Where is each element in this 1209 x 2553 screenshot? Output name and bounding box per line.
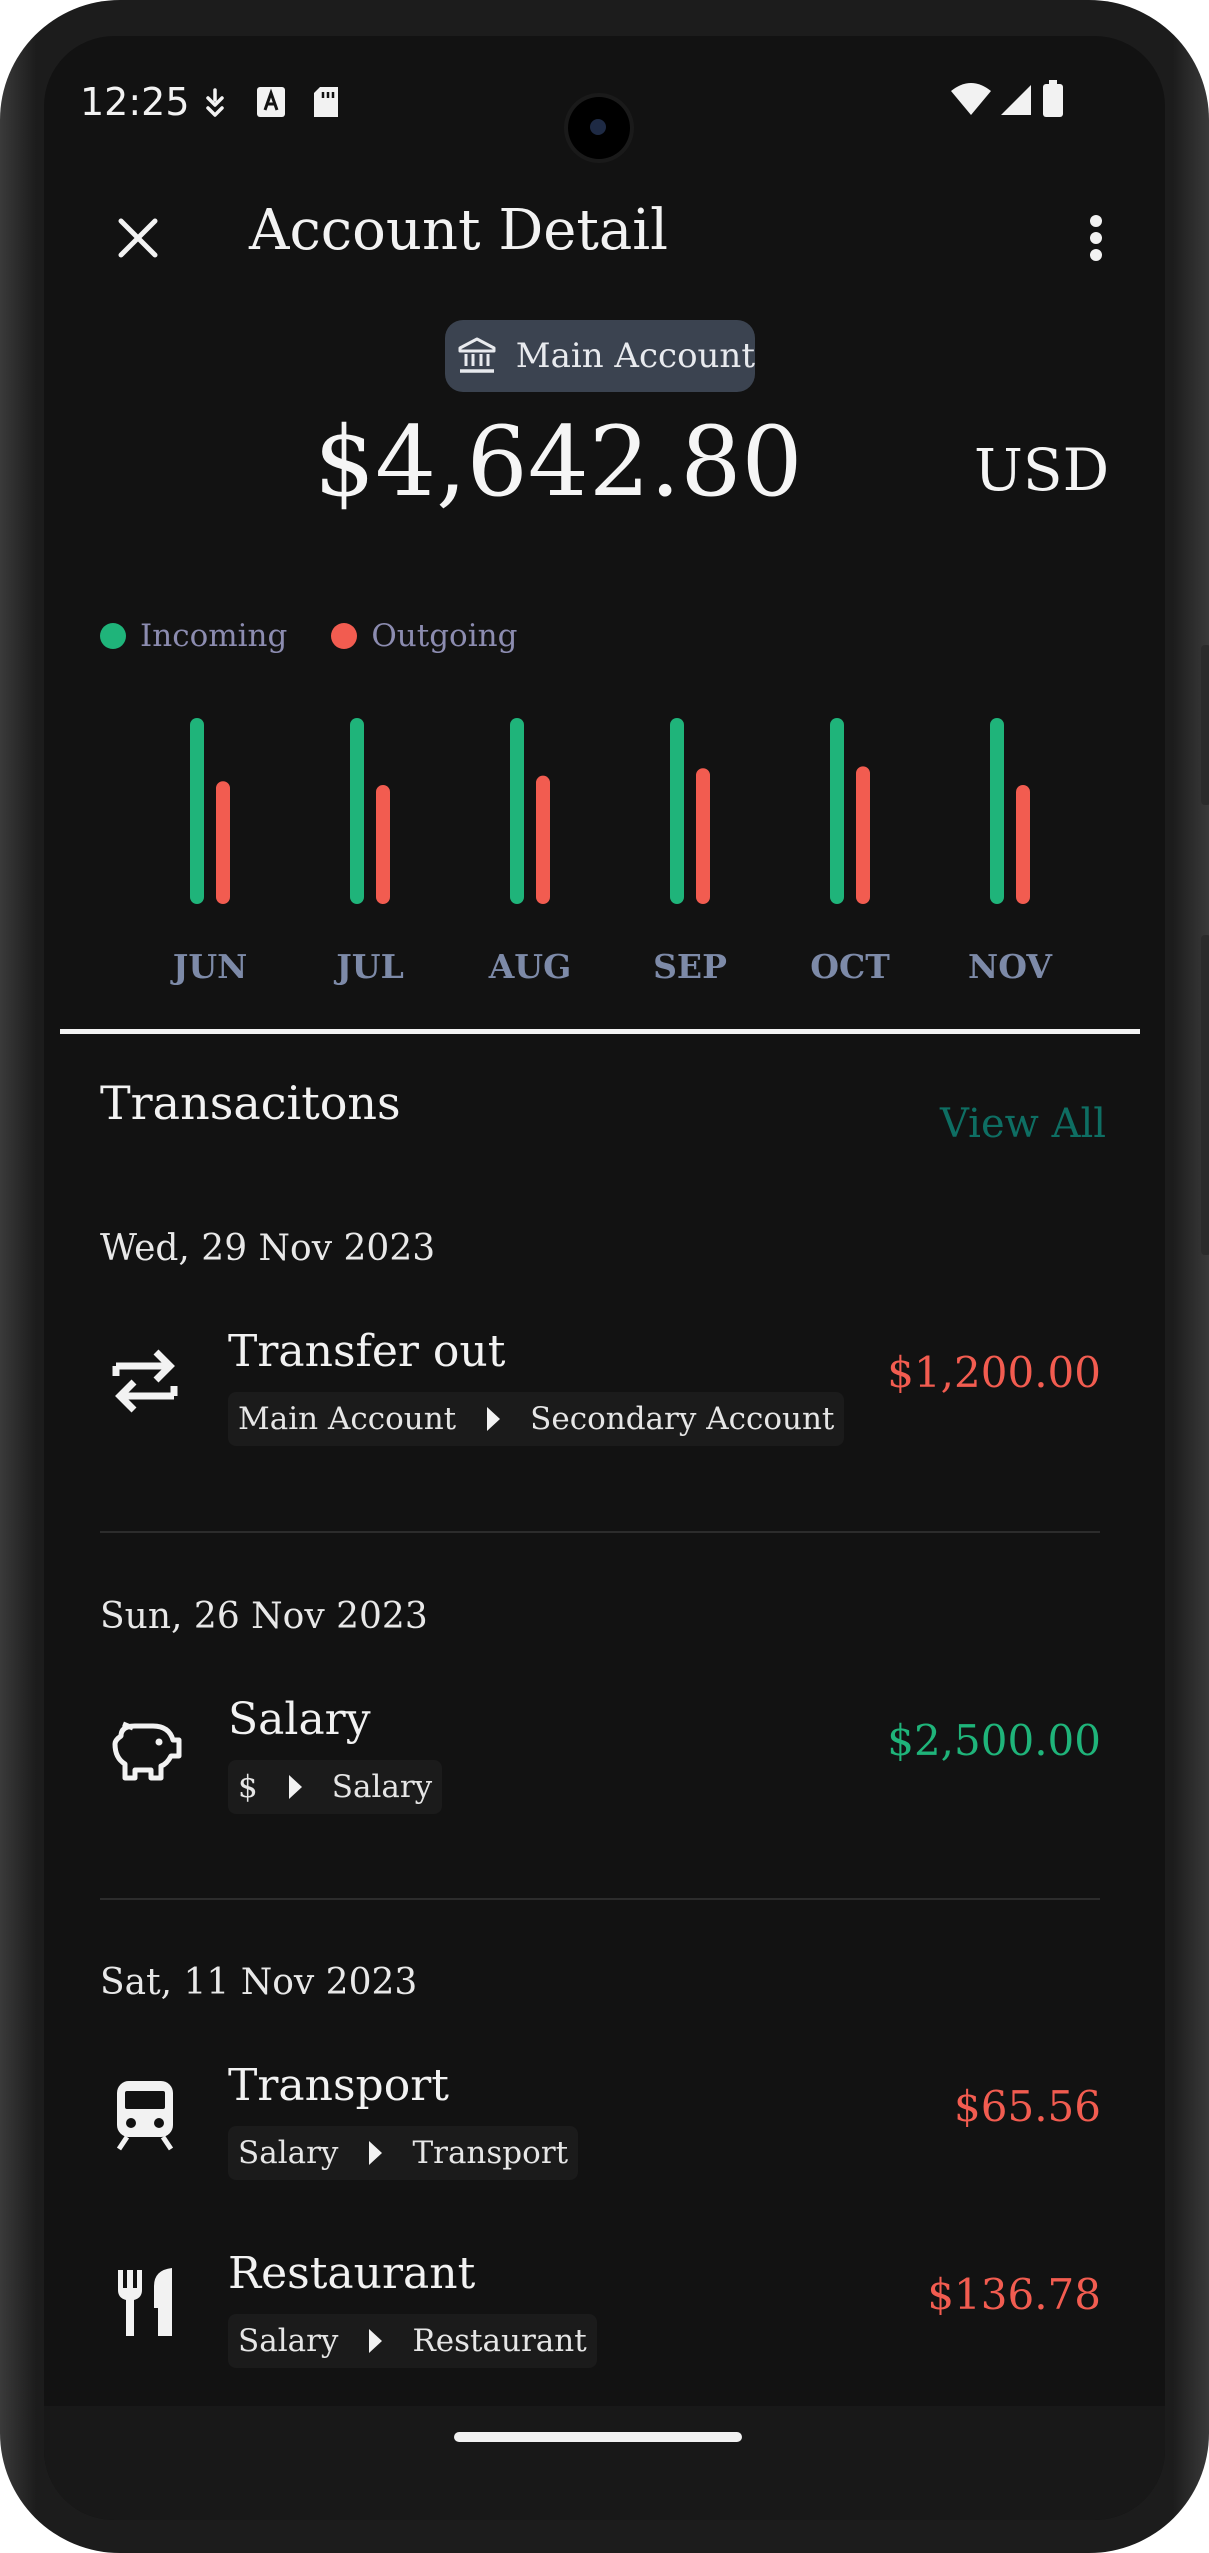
power-button xyxy=(1201,645,1209,805)
transaction-row[interactable]: Restaurant Salary Restaurant $136.78 xyxy=(44,2248,1165,2388)
bank-icon xyxy=(457,332,498,380)
route-to: Restaurant xyxy=(412,2323,587,2359)
account-balance: $4,642.80 xyxy=(314,406,803,518)
transaction-route: Salary Transport xyxy=(228,2126,579,2180)
outgoing-legend-label: Outgoing xyxy=(371,618,518,654)
account-name: Main Account xyxy=(515,336,755,376)
signal-icon xyxy=(1000,84,1032,120)
route-from: Salary xyxy=(238,2135,339,2171)
date-header: Wed, 29 Nov 2023 xyxy=(100,1228,436,1269)
route-to: Secondary Account xyxy=(530,1401,835,1437)
incoming-bar-sep xyxy=(670,718,684,904)
route-from: $ xyxy=(238,1769,258,1805)
incoming-bar-nov xyxy=(990,718,1004,904)
outgoing-bar-aug xyxy=(536,775,550,904)
account-currency: USD xyxy=(974,436,1110,504)
route-from: Salary xyxy=(238,2323,339,2359)
sd-card-icon xyxy=(312,86,340,124)
incoming-bar-oct xyxy=(830,718,844,904)
outgoing-legend-dot xyxy=(331,623,358,649)
transaction-amount: $1,200.00 xyxy=(887,1348,1101,1397)
incoming-legend-label: Incoming xyxy=(140,618,288,654)
arrow-right-icon xyxy=(284,1772,306,1802)
status-time: 12:25 xyxy=(80,80,190,124)
transaction-route: Main Account Secondary Account xyxy=(228,1392,845,1446)
section-divider xyxy=(60,1029,1140,1034)
battery-icon xyxy=(1042,80,1064,122)
page-title: Account Detail xyxy=(249,198,669,263)
month-label-nov: NOV xyxy=(968,947,1053,986)
more-vert-icon xyxy=(1090,215,1102,261)
home-indicator[interactable] xyxy=(454,2432,742,2442)
month-label-aug: AUG xyxy=(488,947,572,986)
restaurant-icon xyxy=(100,2258,190,2348)
screen: 12:25 Account Detail Main Account $4,642… xyxy=(44,36,1165,2520)
outgoing-bar-nov xyxy=(1016,784,1030,904)
date-header: Sun, 26 Nov 2023 xyxy=(100,1596,428,1637)
transaction-title: Salary xyxy=(228,1694,371,1745)
transaction-amount: $136.78 xyxy=(927,2270,1101,2319)
date-header: Sat, 11 Nov 2023 xyxy=(100,1962,418,2003)
incoming-bar-jun xyxy=(190,718,204,904)
outgoing-bar-sep xyxy=(696,768,710,904)
account-selector-chip[interactable]: Main Account xyxy=(445,320,755,392)
transfer-icon xyxy=(100,1336,190,1426)
income-outgoing-chart: JUN JUL AUG SEP OCT NOV xyxy=(170,718,1053,986)
view-all-link[interactable]: View All xyxy=(940,1101,1106,1147)
transaction-title: Restaurant xyxy=(228,2248,476,2299)
transaction-amount: $2,500.00 xyxy=(887,1716,1101,1765)
row-divider xyxy=(100,1898,1100,1900)
more-options-button[interactable] xyxy=(1064,206,1128,270)
month-label-oct: OCT xyxy=(810,947,890,986)
transaction-route: $ Salary xyxy=(228,1760,443,1814)
arrow-right-icon xyxy=(364,2138,386,2168)
route-to: Transport xyxy=(412,2135,569,2171)
outgoing-bar-oct xyxy=(856,766,870,904)
bottom-bar xyxy=(44,2406,1165,2520)
nfc-icon xyxy=(202,86,228,122)
transaction-row[interactable]: Transport Salary Transport $65.56 xyxy=(44,2060,1165,2200)
incoming-bar-aug xyxy=(510,718,524,904)
incoming-bar-jul xyxy=(350,718,364,904)
month-label-jul: JUL xyxy=(333,947,404,986)
outgoing-bar-jul xyxy=(376,784,390,904)
piggy-bank-icon xyxy=(100,1704,190,1794)
font-download-icon xyxy=(256,86,286,122)
arrow-right-icon xyxy=(482,1404,504,1434)
wifi-icon xyxy=(950,82,992,120)
row-divider xyxy=(100,1531,1100,1533)
phone-frame: 12:25 Account Detail Main Account $4,642… xyxy=(0,0,1209,2553)
volume-button xyxy=(1201,935,1209,1255)
transaction-route: Salary Restaurant xyxy=(228,2314,597,2368)
transaction-title: Transport xyxy=(228,2060,449,2111)
route-to: Salary xyxy=(331,1769,433,1805)
close-icon xyxy=(118,218,158,258)
close-button[interactable] xyxy=(106,206,170,270)
front-camera xyxy=(568,97,630,159)
app-bar: Account Detail xyxy=(44,166,1165,316)
month-label-sep: SEP xyxy=(653,947,727,986)
train-icon xyxy=(100,2070,190,2160)
transaction-row[interactable]: Transfer out Main Account Secondary Acco… xyxy=(44,1326,1165,1466)
transaction-amount: $65.56 xyxy=(954,2082,1101,2131)
month-label-jun: JUN xyxy=(170,947,248,986)
transactions-title: Transacitons xyxy=(100,1076,401,1130)
arrow-right-icon xyxy=(364,2326,386,2356)
transaction-title: Transfer out xyxy=(228,1326,506,1377)
chart-legend: Incoming Outgoing xyxy=(100,616,561,656)
status-bar: 12:25 xyxy=(44,36,1165,166)
route-from: Main Account xyxy=(238,1401,457,1437)
transaction-row[interactable]: Salary $ Salary $2,500.00 xyxy=(44,1694,1165,1834)
incoming-legend-dot xyxy=(100,623,126,649)
outgoing-bar-jun xyxy=(216,781,230,904)
